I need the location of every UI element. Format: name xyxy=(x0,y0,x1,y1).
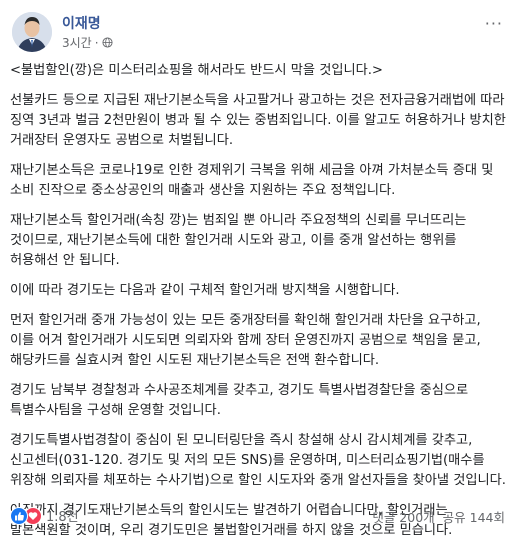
post-paragraph: 재난기본소득 할인거래(속칭 깡)는 범죄일 뿐 아니라 주요정책의 신뢰를 무… xyxy=(10,213,467,268)
reaction-count: 1.8천 xyxy=(46,510,79,525)
avatar-photo xyxy=(12,12,52,52)
post-meta: 3시간 · xyxy=(62,34,113,51)
post-paragraph: 이에 따라 경기도는 다음과 같이 구체적 할인거래 방지책을 시행합니다. xyxy=(10,283,400,298)
facebook-post: 이재명 3시간 · ··· <불법할인(깡)은 미스터리쇼핑을 해서라도 반드시… xyxy=(0,0,515,538)
comment-count[interactable]: 댓글 200개 xyxy=(372,507,434,526)
avatar[interactable] xyxy=(12,12,52,52)
reaction-summary[interactable]: 1.8천 xyxy=(10,506,79,525)
post-paragraph: 먼저 할인거래 중개 가능성이 있는 모든 중개장터를 확인해 할인거래 차단을… xyxy=(10,313,481,368)
post-paragraph: 경기도특별사법경찰이 중심이 된 모니터링단을 즉시 창설해 상시 감시체계를 … xyxy=(10,433,506,488)
share-count[interactable]: 공유 144회 xyxy=(443,507,505,526)
like-reaction-icon xyxy=(10,506,28,525)
post-footer: 1.8천 댓글 200개 공유 144회 xyxy=(10,506,505,526)
post-body: <불법할인(깡)은 미스터리쇼핑을 해서라도 반드시 막을 것입니다.> 선불카… xyxy=(10,61,507,551)
post-paragraph: <불법할인(깡)은 미스터리쇼핑을 해서라도 반드시 막을 것입니다.> xyxy=(10,63,383,78)
post-paragraph: 경기도 남북부 경찰청과 수사공조체계를 갖추고, 경기도 특별사법경찰단을 중… xyxy=(10,383,469,418)
post-time[interactable]: 3시간 xyxy=(62,34,92,51)
engagement-stats: 댓글 200개 공유 144회 xyxy=(372,507,505,526)
more-options-icon[interactable]: ··· xyxy=(485,14,503,33)
post-header: 이재명 3시간 · ··· xyxy=(10,10,505,56)
post-paragraph: 재난기본소득은 코로나19로 인한 경제위기 극복을 위해 세금을 아껴 가처분… xyxy=(10,163,494,198)
globe-icon xyxy=(102,37,113,48)
author-name[interactable]: 이재명 xyxy=(62,13,101,33)
post-paragraph: 선불카드 등으로 지급된 재난기본소득을 사고팔거나 광고하는 것은 전자금융거… xyxy=(10,93,506,148)
